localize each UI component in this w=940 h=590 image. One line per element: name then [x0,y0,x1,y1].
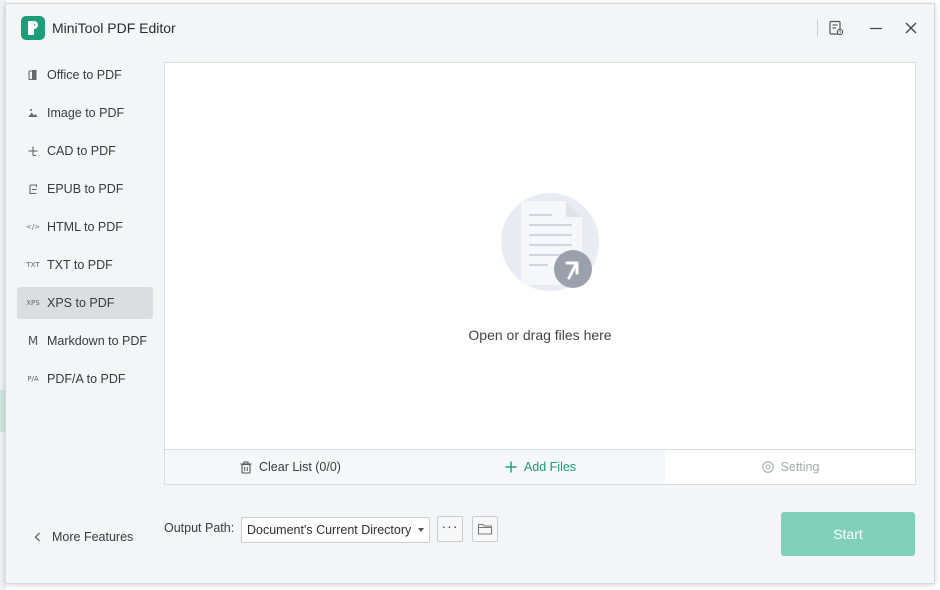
sidebar-item-label: HTML to PDF [47,220,123,234]
minimize-button[interactable] [863,16,889,42]
minimize-icon [870,27,882,30]
txt-icon: TXT [26,261,40,269]
image-icon [26,106,40,120]
title-bar: MiniTool PDF Editor [6,4,934,52]
sidebar-item-epub-to-pdf[interactable]: EPUB to PDF [17,173,153,205]
sidebar-item-label: Markdown to PDF [47,334,148,348]
xps-icon: XPS [26,299,40,307]
titlebar-divider [817,19,818,37]
open-file-illustration-icon [501,193,599,291]
file-list-panel: Open or drag files here Clear List (0/0) [164,62,916,485]
app-window: MiniTool PDF Editor Office to PDF Image … [5,3,935,584]
task-list-icon [829,20,844,36]
app-logo-icon [21,16,45,40]
output-path-select[interactable]: Document's Current Directory [241,517,430,543]
sidebar-item-label: XPS to PDF [47,296,115,310]
output-path-value: Document's Current Directory [247,523,412,537]
start-button[interactable]: Start [781,512,915,556]
app-title: MiniTool PDF Editor [52,20,176,36]
sidebar-item-label: EPUB to PDF [47,182,124,196]
more-features-button[interactable]: More Features [31,530,133,544]
close-button[interactable] [898,16,924,42]
clear-list-button[interactable]: Clear List (0/0) [165,450,415,484]
sidebar-item-label: TXT to PDF [47,258,113,272]
more-icon: ··· [441,518,459,534]
sidebar-item-xps-to-pdf[interactable]: XPS XPS to PDF [17,287,153,319]
browse-path-button[interactable]: ··· [437,516,463,542]
sidebar-item-txt-to-pdf[interactable]: TXT TXT to PDF [17,249,153,281]
gear-icon [761,461,774,473]
sidebar-item-cad-to-pdf[interactable]: CAD to PDF [17,135,153,167]
output-path-label: Output Path: [164,521,235,535]
sidebar-item-pdfa-to-pdf[interactable]: P/A PDF/A to PDF [17,363,153,395]
plus-icon [505,461,517,473]
sidebar-item-label: PDF/A to PDF [47,372,126,386]
open-folder-button[interactable] [472,516,498,542]
sidebar-item-markdown-to-pdf[interactable]: M Markdown to PDF [17,325,153,357]
chevron-down-icon [418,528,424,532]
sidebar-item-html-to-pdf[interactable]: </> HTML to PDF [17,211,153,243]
add-files-button[interactable]: Add Files [415,450,665,484]
clear-list-label: Clear List (0/0) [259,460,341,474]
task-list-button[interactable] [823,16,849,42]
start-label: Start [833,526,863,542]
more-features-label: More Features [52,530,134,544]
file-drop-zone[interactable]: Open or drag files here [165,63,915,449]
pdfa-icon: P/A [27,375,39,383]
close-icon [905,22,917,34]
drop-zone-text: Open or drag files here [468,327,612,343]
cad-icon [26,144,40,158]
office-icon [26,68,40,82]
sidebar-item-image-to-pdf[interactable]: Image to PDF [17,97,153,129]
setting-label: Setting [780,460,820,474]
folder-icon [477,523,493,535]
sidebar: Office to PDF Image to PDF CAD to PDF EP… [17,59,153,401]
file-actions-bar: Clear List (0/0) Add Files Setting [165,449,915,484]
add-files-label: Add Files [523,460,577,474]
html-icon: </> [25,223,41,231]
sidebar-item-label: Office to PDF [47,68,122,82]
setting-button[interactable]: Setting [665,450,915,484]
sidebar-item-label: CAD to PDF [47,144,116,158]
sidebar-item-office-to-pdf[interactable]: Office to PDF [17,59,153,91]
chevron-left-icon [34,532,40,542]
trash-icon [240,461,252,474]
epub-icon [26,182,40,196]
markdown-icon: M [27,334,39,348]
sidebar-item-label: Image to PDF [47,106,125,120]
